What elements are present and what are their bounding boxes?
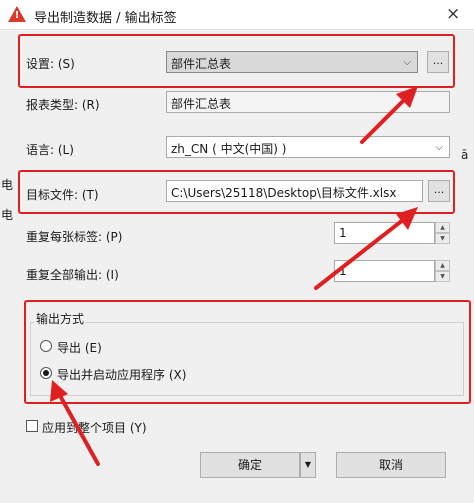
arrow-to-settings [360, 86, 418, 144]
arrow-to-target-file [314, 207, 418, 290]
annotation-arrows [50, 86, 418, 466]
arrow-to-export-launch [50, 380, 100, 466]
